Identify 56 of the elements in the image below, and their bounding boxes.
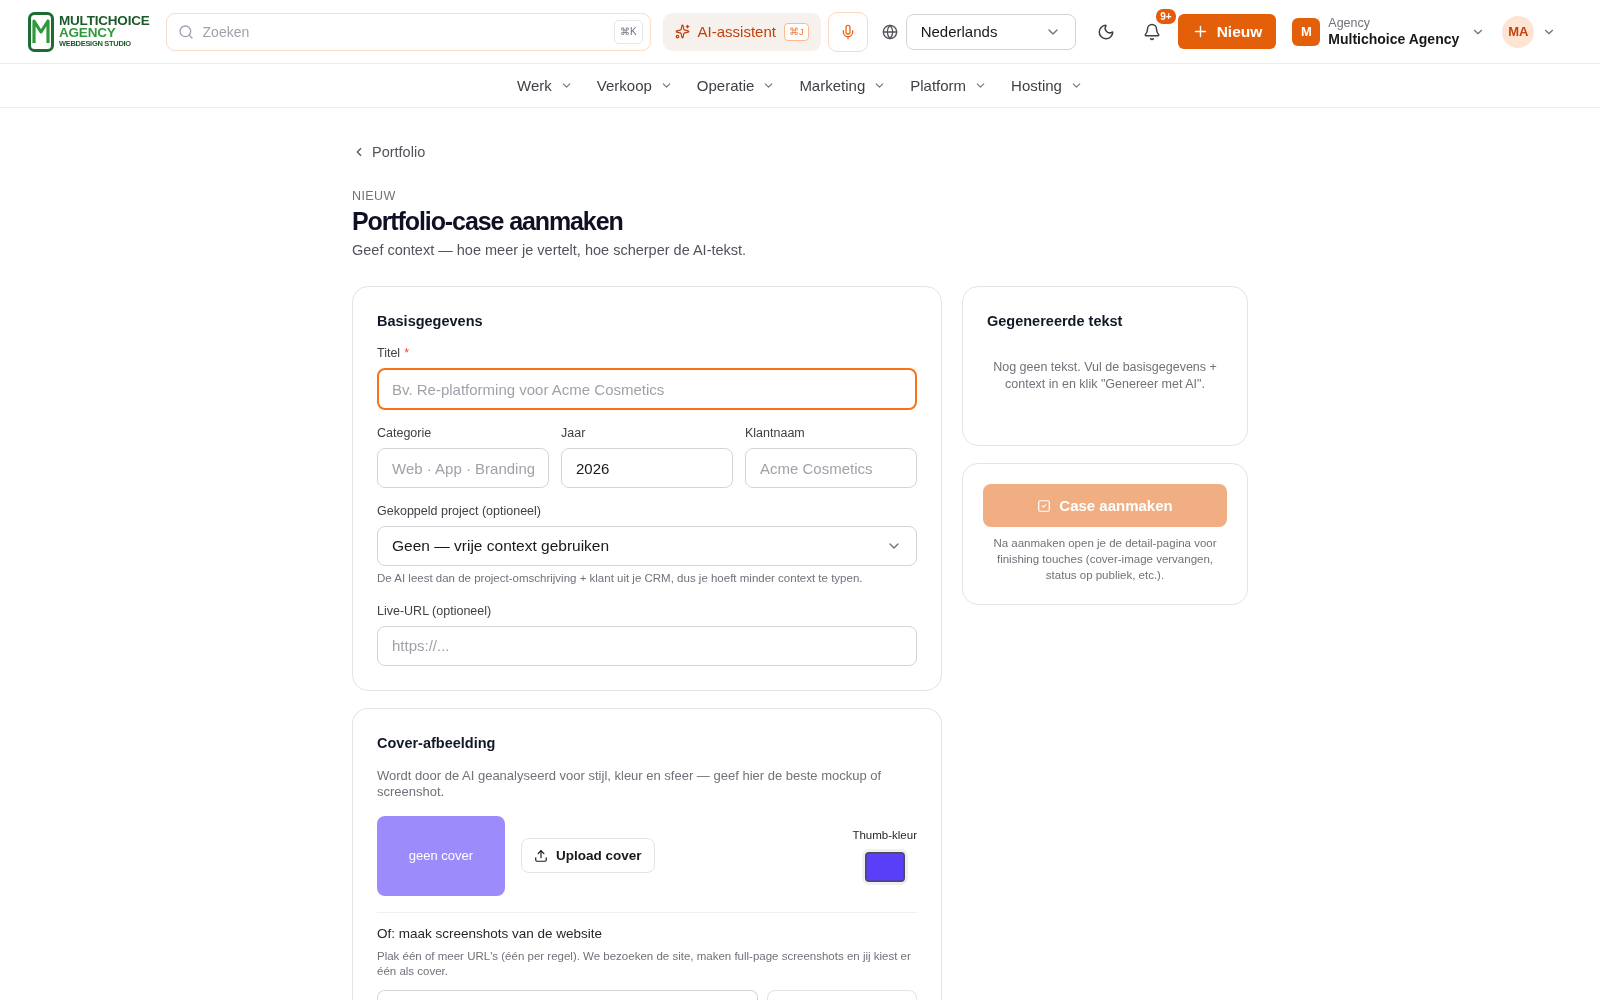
card-title: Gegenereerde tekst [987,312,1124,331]
section-heading: Of: maak screenshots van de website [377,924,604,943]
workspace-name[interactable]: Multichoice Agency [1328,29,1460,48]
upload-icon [534,848,548,863]
moon-icon [1096,22,1115,41]
search-icon [177,23,194,40]
globe-icon [881,23,898,40]
nav-menu-item[interactable]: Verkoop [586,68,683,103]
field-hint: De AI leest dan de project-omschrijving + klant uit je CRM, dus je hoeft minder context te typen. [377,571,864,586]
field-label: Titel [377,345,401,362]
new-button[interactable]: Nieuw [1177,14,1277,49]
user-avatar[interactable]: MA [1502,15,1535,48]
ai-assistant-button[interactable]: AI-assistent ⌘J [662,12,821,51]
field-label: Gekoppeld project (optioneel) [377,503,541,520]
microphone-button[interactable] [827,11,868,52]
notification-badge: 9+ [1154,6,1178,26]
field-label: Live-URL (optioneel) [377,602,492,620]
text-input[interactable]: 2026 [561,448,733,488]
field-label: Categorie [377,425,432,442]
page-subtitle: Geef context — hoe meer je vertelt, hoe scherper de AI-tekst. [352,241,748,260]
empty-state-text: Nog geen tekst. Vul de basisgegevens + context in en klik "Genereer met AI". [992,359,1218,393]
text-input[interactable]: Web · App · Branding [377,448,549,488]
logo-icon [28,11,54,52]
section-hint: Plak één of meer URL's (één per regel). We bezoeken de site, maken full-page screenshots en jij kiest er één als cover. [377,948,912,979]
required-mark: * [404,345,410,362]
nav-menu-item[interactable]: Werk [507,68,583,103]
shortcut-key: ⌘J [783,22,809,41]
field-label: Jaar [561,425,586,442]
logo-subtitle: AGENCY [59,27,116,39]
nav-menu-item[interactable]: Platform [900,68,998,103]
back-link[interactable]: Portfolio [352,142,426,162]
sparkles-icon [674,24,690,39]
text-input[interactable]: Acme Cosmetics [745,448,917,488]
page-title: Portfolio-case aanmaken [352,206,624,236]
color-swatch[interactable] [861,848,908,885]
nav-menu-item[interactable]: Hosting [1001,68,1093,103]
workspace-avatar[interactable]: M [1292,17,1321,46]
card-title: Cover-afbeelding [377,733,497,753]
url-input[interactable]: https://... [377,625,917,666]
card-description: Wordt door de AI geanalyseerd voor stijl, kleur en sfeer — geef hier de beste mockup of screenshot. [377,767,883,800]
workspace-type: Agency [1328,15,1372,30]
field-label: Thumb-kleur [852,827,917,843]
shortcut-key: ⌘K [613,19,643,44]
field-label: Klantnaam [745,425,805,442]
nav-menu-item[interactable]: Marketing [789,68,897,103]
page-eyebrow: NIEUW [352,188,397,204]
bell-icon [1142,22,1161,41]
upload-cover-button[interactable]: Upload cover [521,838,655,873]
checkbox-icon [1037,498,1052,513]
card-title: Basisgegevens [377,312,484,331]
project-select[interactable]: Geen — vrije context gebruiken [377,526,917,566]
create-note: Na aanmaken open je de detail-pagina voor finishing touches (cover-image vervangen, status op publiek, etc.). [992,536,1218,583]
language-select[interactable]: Nederlands [905,13,1076,50]
logo-title: MULTICHOICE [59,15,150,27]
nav-menu-item[interactable]: Operatie [686,68,786,103]
title-input[interactable]: Bv. Re-platforming voor Acme Cosmetics [377,368,917,410]
